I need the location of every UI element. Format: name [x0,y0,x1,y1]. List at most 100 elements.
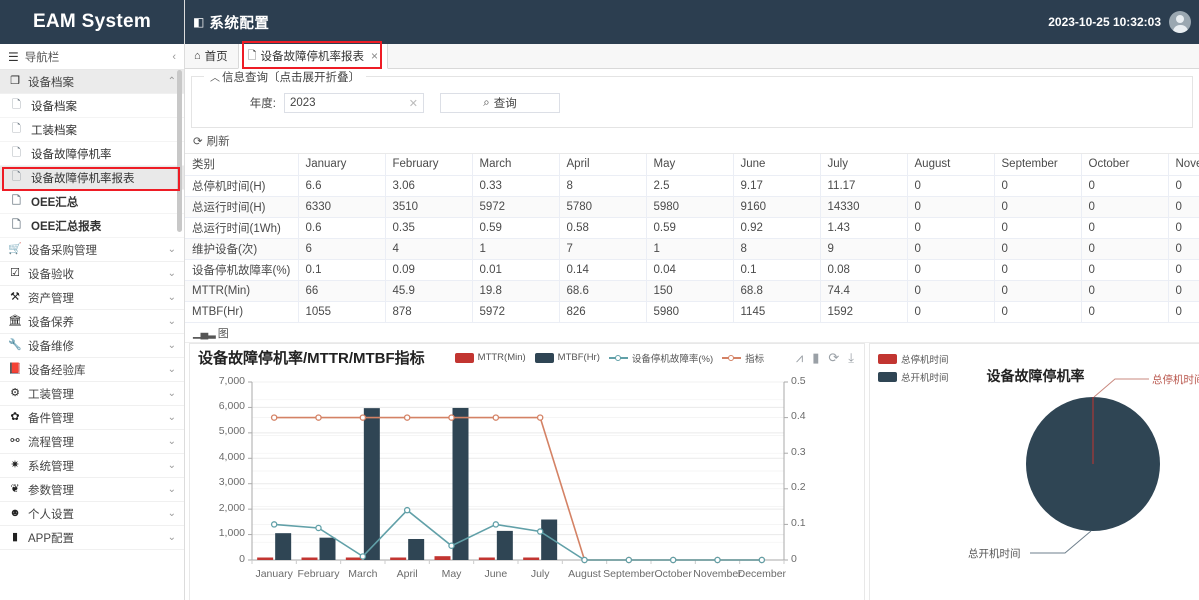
cogs-icon: ✿ [8,412,22,423]
refresh-label: 刷新 [207,133,230,149]
sidebar-item-0-3[interactable]: 🗋设备故障停机率报表 [0,166,184,190]
table-col-header-1[interactable]: January [298,154,385,175]
sidebar-group-10[interactable]: ✷系统管理⌄ [0,454,184,478]
table-col-header-9[interactable]: September [994,154,1081,175]
legend-item-0[interactable]: MTTR(Min) [455,352,526,363]
sidebar-group-13[interactable]: ▮APP配置⌄ [0,526,184,550]
y-axis-label-left-1: 1,000 [219,527,245,539]
sidebar-group-6[interactable]: 📕设备经验库⌄ [0,358,184,382]
data-table-wrapper[interactable]: 类别JanuaryFebruaryMarchAprilMayJuneJulyAu… [185,153,1199,323]
bar-mtbf-2 [364,408,380,560]
chevron-down-icon[interactable]: ⌄ [168,364,176,375]
chevron-down-icon[interactable]: ⌄ [168,412,176,423]
magic-type-line-icon[interactable]: ⩘ [796,351,803,364]
sidebar-group-7[interactable]: ⚙工装管理⌄ [0,382,184,406]
sidebar-group-8[interactable]: ✿备件管理⌄ [0,406,184,430]
table-body: 总停机时间(H)6.63.060.3382.59.1711.170000总运行时… [185,175,1199,322]
restore-icon[interactable]: ⟳ [828,351,839,364]
table-cell: 6330 [298,196,385,217]
sidebar-scrollbar[interactable] [177,70,182,232]
table-col-header-7[interactable]: July [820,154,907,175]
table-col-header-10[interactable]: October [1081,154,1168,175]
sidebar-group-11[interactable]: ❦参数管理⌄ [0,478,184,502]
table-row[interactable]: MTBF(Hr)105587859728265980114515920000 [185,301,1199,322]
table-row[interactable]: MTTR(Min)6645.919.868.615068.874.40000 [185,280,1199,301]
table-col-header-8[interactable]: August [907,154,994,175]
table-cell: 0.35 [385,217,472,238]
table-col-header-4[interactable]: April [559,154,646,175]
table-cell: 0 [907,217,994,238]
chevron-up-icon[interactable]: ⌃ [168,76,176,87]
table-row[interactable]: 总运行时间(1Wh)0.60.350.590.580.590.921.43000… [185,217,1199,238]
table-col-header-3[interactable]: March [472,154,559,175]
sidebar-navbar-toggle[interactable]: ☰ 导航栏 ‹ [0,44,184,70]
chevron-down-icon[interactable]: ⌄ [168,268,176,279]
table-row[interactable]: 设备停机故障率(%)0.10.090.010.140.040.10.080000 [185,259,1199,280]
user-avatar-icon[interactable] [1169,11,1191,33]
clear-icon[interactable]: ✕ [409,97,418,110]
sidebar-group-5[interactable]: 🔧设备维修⌄ [0,334,184,358]
chart-tab[interactable]: ▁▄▂ 图 [185,323,1199,343]
table-row[interactable]: 总运行时间(H)63303510597257805980916014330000… [185,196,1199,217]
sidebar-item-0-4[interactable]: 🗋OEE汇总 [0,190,184,214]
sidebar-group-9[interactable]: ⚯流程管理⌄ [0,430,184,454]
legend-item-1[interactable]: MTBF(Hr) [535,352,600,363]
chevron-down-icon[interactable]: ⌄ [168,340,176,351]
sidebar-group-3[interactable]: ⚒资产管理⌄ [0,286,184,310]
chevron-down-icon[interactable]: ⌄ [168,316,176,327]
refresh-button[interactable]: ⟳ 刷新 [185,128,1199,153]
sidebar-group-label: 设备维修 [28,338,74,354]
chevron-down-icon[interactable]: ⌄ [168,244,176,255]
window-icon: ◧ [193,15,204,29]
chevron-down-icon[interactable]: ⌄ [168,388,176,399]
table-cell: 0 [907,259,994,280]
year-select[interactable]: 2023 ✕ [284,93,424,113]
line-target-point-0 [272,415,277,420]
chevron-down-icon[interactable]: ⌄ [168,460,176,471]
sidebar-group-1[interactable]: 🛒设备采购管理⌄ [0,238,184,262]
legend-item-3[interactable]: 指标 [722,351,764,365]
sidebar-item-0-0[interactable]: 🗋设备档案 [0,94,184,118]
tab-0[interactable]: ⌂首页 [185,44,238,68]
sidebar-group-12[interactable]: ☻个人设置⌄ [0,502,184,526]
query-button[interactable]: ⌕ 查询 [440,93,560,113]
bar-mtbf-4 [453,407,469,559]
data-table: 类别JanuaryFebruaryMarchAprilMayJuneJulyAu… [185,154,1199,323]
home-icon: ⌂ [194,50,201,62]
table-cell: 1592 [820,301,907,322]
chevron-down-icon[interactable]: ⌄ [168,484,176,495]
sidebar-item-0-1[interactable]: 🗋工装档案 [0,118,184,142]
table-cell: 0 [994,175,1081,196]
table-col-header-0[interactable]: 类别 [185,154,298,175]
chevron-down-icon[interactable]: ⌄ [168,436,176,447]
table-col-header-6[interactable]: June [733,154,820,175]
table-col-header-2[interactable]: February [385,154,472,175]
legend-swatch [455,353,474,363]
chevron-left-icon[interactable]: ‹ [172,51,176,63]
table-cell: 0 [994,238,1081,259]
query-panel-header[interactable]: ︿信息查询〔点击展开折叠〕 [204,69,366,85]
chevron-down-icon[interactable]: ⌄ [168,292,176,303]
tab-close-icon[interactable]: × [371,49,378,63]
sidebar-item-0-5[interactable]: 🗋OEE汇总报表 [0,214,184,238]
table-row[interactable]: 总停机时间(H)6.63.060.3382.59.1711.170000 [185,175,1199,196]
sidebar-group-0[interactable]: ❐设备档案⌃ [0,70,184,94]
table-col-header-5[interactable]: May [646,154,733,175]
magic-type-bar-icon[interactable]: ▮ [812,351,819,364]
legend-swatch [722,353,741,363]
sidebar-group-2[interactable]: ☑设备验收⌄ [0,262,184,286]
table-cell: 19.8 [472,280,559,301]
tab-1[interactable]: 🗋设备故障停机率报表× [238,44,388,69]
table-cell: 68.8 [733,280,820,301]
check-box-icon: ☑ [8,268,22,279]
table-row[interactable]: 维护设备(次)64171890000 [185,238,1199,259]
chevron-down-icon[interactable]: ⌄ [168,508,176,519]
legend-item-2[interactable]: 设备停机故障率(%) [609,351,713,365]
chevron-down-icon[interactable]: ⌄ [168,532,176,543]
sidebar-item-0-2[interactable]: 🗋设备故障停机率 [0,142,184,166]
line-rate-point-9 [671,557,676,562]
table-cell: 1145 [733,301,820,322]
save-image-icon[interactable]: ⤓ [848,351,854,364]
table-col-header-11[interactable]: November [1168,154,1199,175]
sidebar-group-4[interactable]: 🏛设备保养⌄ [0,310,184,334]
